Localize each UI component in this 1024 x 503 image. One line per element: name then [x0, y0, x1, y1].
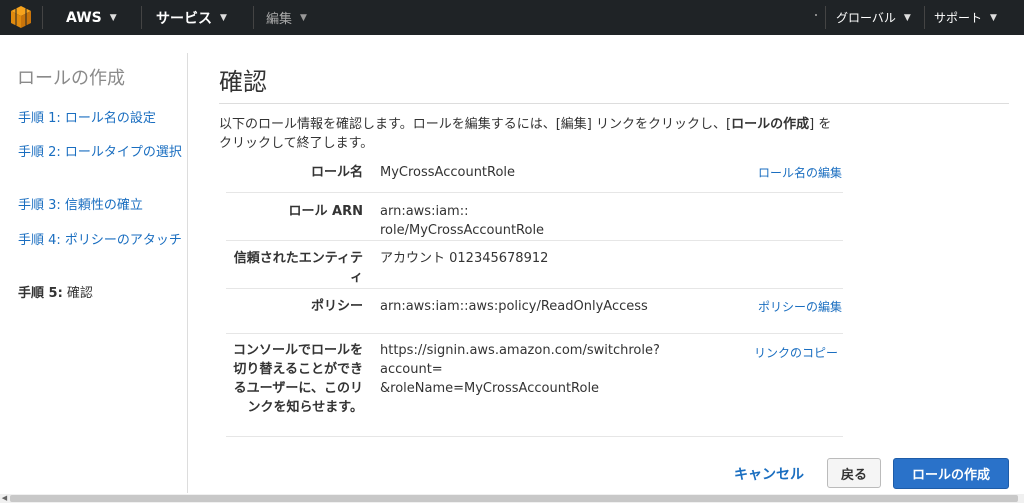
step-number: 手順 5:	[18, 286, 63, 301]
nav-edit-label: 編集	[266, 12, 293, 27]
redacted-account-id	[442, 363, 541, 376]
nav-edit-menu[interactable]: 編集 ▼	[266, 0, 307, 35]
role-arn-value: arn:aws:iam::role/MyCrossAccountRole	[380, 202, 680, 240]
chevron-down-icon: ▼	[903, 12, 911, 23]
role-arn-label: ロール ARN	[288, 204, 363, 219]
sidebar-step-2[interactable]: 手順 2: ロールタイプの選択	[18, 143, 186, 162]
row-divider	[226, 436, 843, 437]
nav-dot	[815, 14, 817, 16]
intro-text: 以下のロール情報を確認します。ロールを編集するには、[編集] リンクをクリックし…	[219, 115, 839, 153]
nav-support-menu[interactable]: サポート ▼	[934, 0, 997, 35]
policy-value: arn:aws:iam::aws:policy/ReadOnlyAccess	[380, 299, 648, 314]
nav-services-label: サービス	[156, 10, 212, 27]
aws-cube-logo-icon[interactable]	[10, 5, 32, 29]
step-label: ポリシーのアタッチ	[60, 233, 182, 248]
top-nav-bar: AWS ▼ サービス ▼ 編集 ▼ グローバル ▼ サポート ▼	[0, 0, 1024, 35]
role-arn-suffix: role/MyCrossAccountRole	[380, 223, 545, 238]
step-number: 手順 1:	[18, 111, 61, 126]
trusted-entity-value: アカウント 012345678912	[380, 251, 549, 266]
switch-role-url: https://signin.aws.amazon.com/switchrole…	[380, 341, 680, 398]
role-name-label: ロール名	[310, 165, 363, 180]
nav-separator	[253, 6, 254, 29]
step-label: ロールタイプの選択	[60, 145, 182, 160]
step-number: 手順 3:	[18, 198, 61, 213]
redacted-account-id	[468, 205, 573, 218]
edit-policy-link[interactable]: ポリシーの編集	[758, 298, 842, 315]
intro-text-bold: ロールの作成	[731, 117, 810, 132]
scroll-left-icon[interactable]: ◀	[0, 494, 9, 503]
horizontal-scrollbar[interactable]: ◀	[0, 494, 1024, 503]
role-name-value: MyCrossAccountRole	[380, 165, 516, 180]
row-divider	[226, 240, 843, 241]
sidebar-step-3[interactable]: 手順 3: 信頼性の確立	[18, 196, 186, 215]
nav-region-menu[interactable]: グローバル ▼	[836, 0, 911, 35]
chevron-down-icon: ▼	[109, 12, 117, 23]
nav-separator	[825, 6, 826, 29]
nav-aws-label: AWS	[66, 9, 102, 26]
chevron-down-icon: ▼	[300, 12, 307, 23]
chevron-down-icon: ▼	[220, 12, 227, 23]
chevron-down-icon: ▼	[990, 12, 997, 23]
nav-separator	[42, 6, 43, 29]
switch-role-label: コンソールでロールを切り替えることができるユーザーに、このリンクを知らせます。	[232, 343, 363, 415]
intro-text-part-1: 以下のロール情報を確認します。ロールを編集するには、[編集] リンクをクリックし…	[219, 117, 732, 132]
step-label: 信頼性の確立	[60, 198, 143, 213]
trusted-entity-label: 信頼されたエンティティ	[233, 251, 363, 285]
nav-services-menu[interactable]: サービス ▼	[156, 0, 227, 35]
sidebar-step-5-current: 手順 5: 確認	[18, 284, 186, 303]
nav-aws-menu[interactable]: AWS ▼	[66, 0, 117, 35]
nav-support-label: サポート	[934, 11, 983, 25]
back-button[interactable]: 戻る	[827, 458, 881, 488]
policy-label: ポリシー	[310, 299, 363, 314]
sidebar-divider	[187, 53, 188, 493]
row-divider	[226, 288, 843, 289]
step-label: ロール名の設定	[60, 111, 156, 126]
nav-region-label: グローバル	[836, 11, 896, 25]
role-arn-prefix: arn:aws:iam::	[380, 204, 469, 219]
page-title: 確認	[219, 68, 267, 96]
edit-role-name-link[interactable]: ロール名の編集	[758, 164, 842, 181]
copy-link-button[interactable]: リンクのコピー	[754, 344, 838, 361]
title-divider	[219, 103, 1009, 104]
cancel-button[interactable]: キャンセル	[734, 464, 804, 484]
sidebar-step-1[interactable]: 手順 1: ロール名の設定	[18, 109, 186, 128]
step-number: 手順 4:	[18, 233, 61, 248]
switch-role-url-suffix: &roleName=MyCrossAccountRole	[380, 381, 600, 396]
nav-separator	[924, 6, 925, 29]
row-divider	[226, 192, 843, 193]
create-role-button[interactable]: ロールの作成	[893, 458, 1009, 489]
nav-separator	[141, 6, 142, 29]
sidebar-step-4[interactable]: 手順 4: ポリシーのアタッチ	[18, 231, 186, 250]
wizard-title: ロールの作成	[17, 68, 125, 89]
scrollbar-thumb[interactable]	[10, 495, 1018, 502]
step-number: 手順 2:	[18, 145, 61, 160]
step-label: 確認	[62, 286, 93, 301]
row-divider	[226, 333, 843, 334]
